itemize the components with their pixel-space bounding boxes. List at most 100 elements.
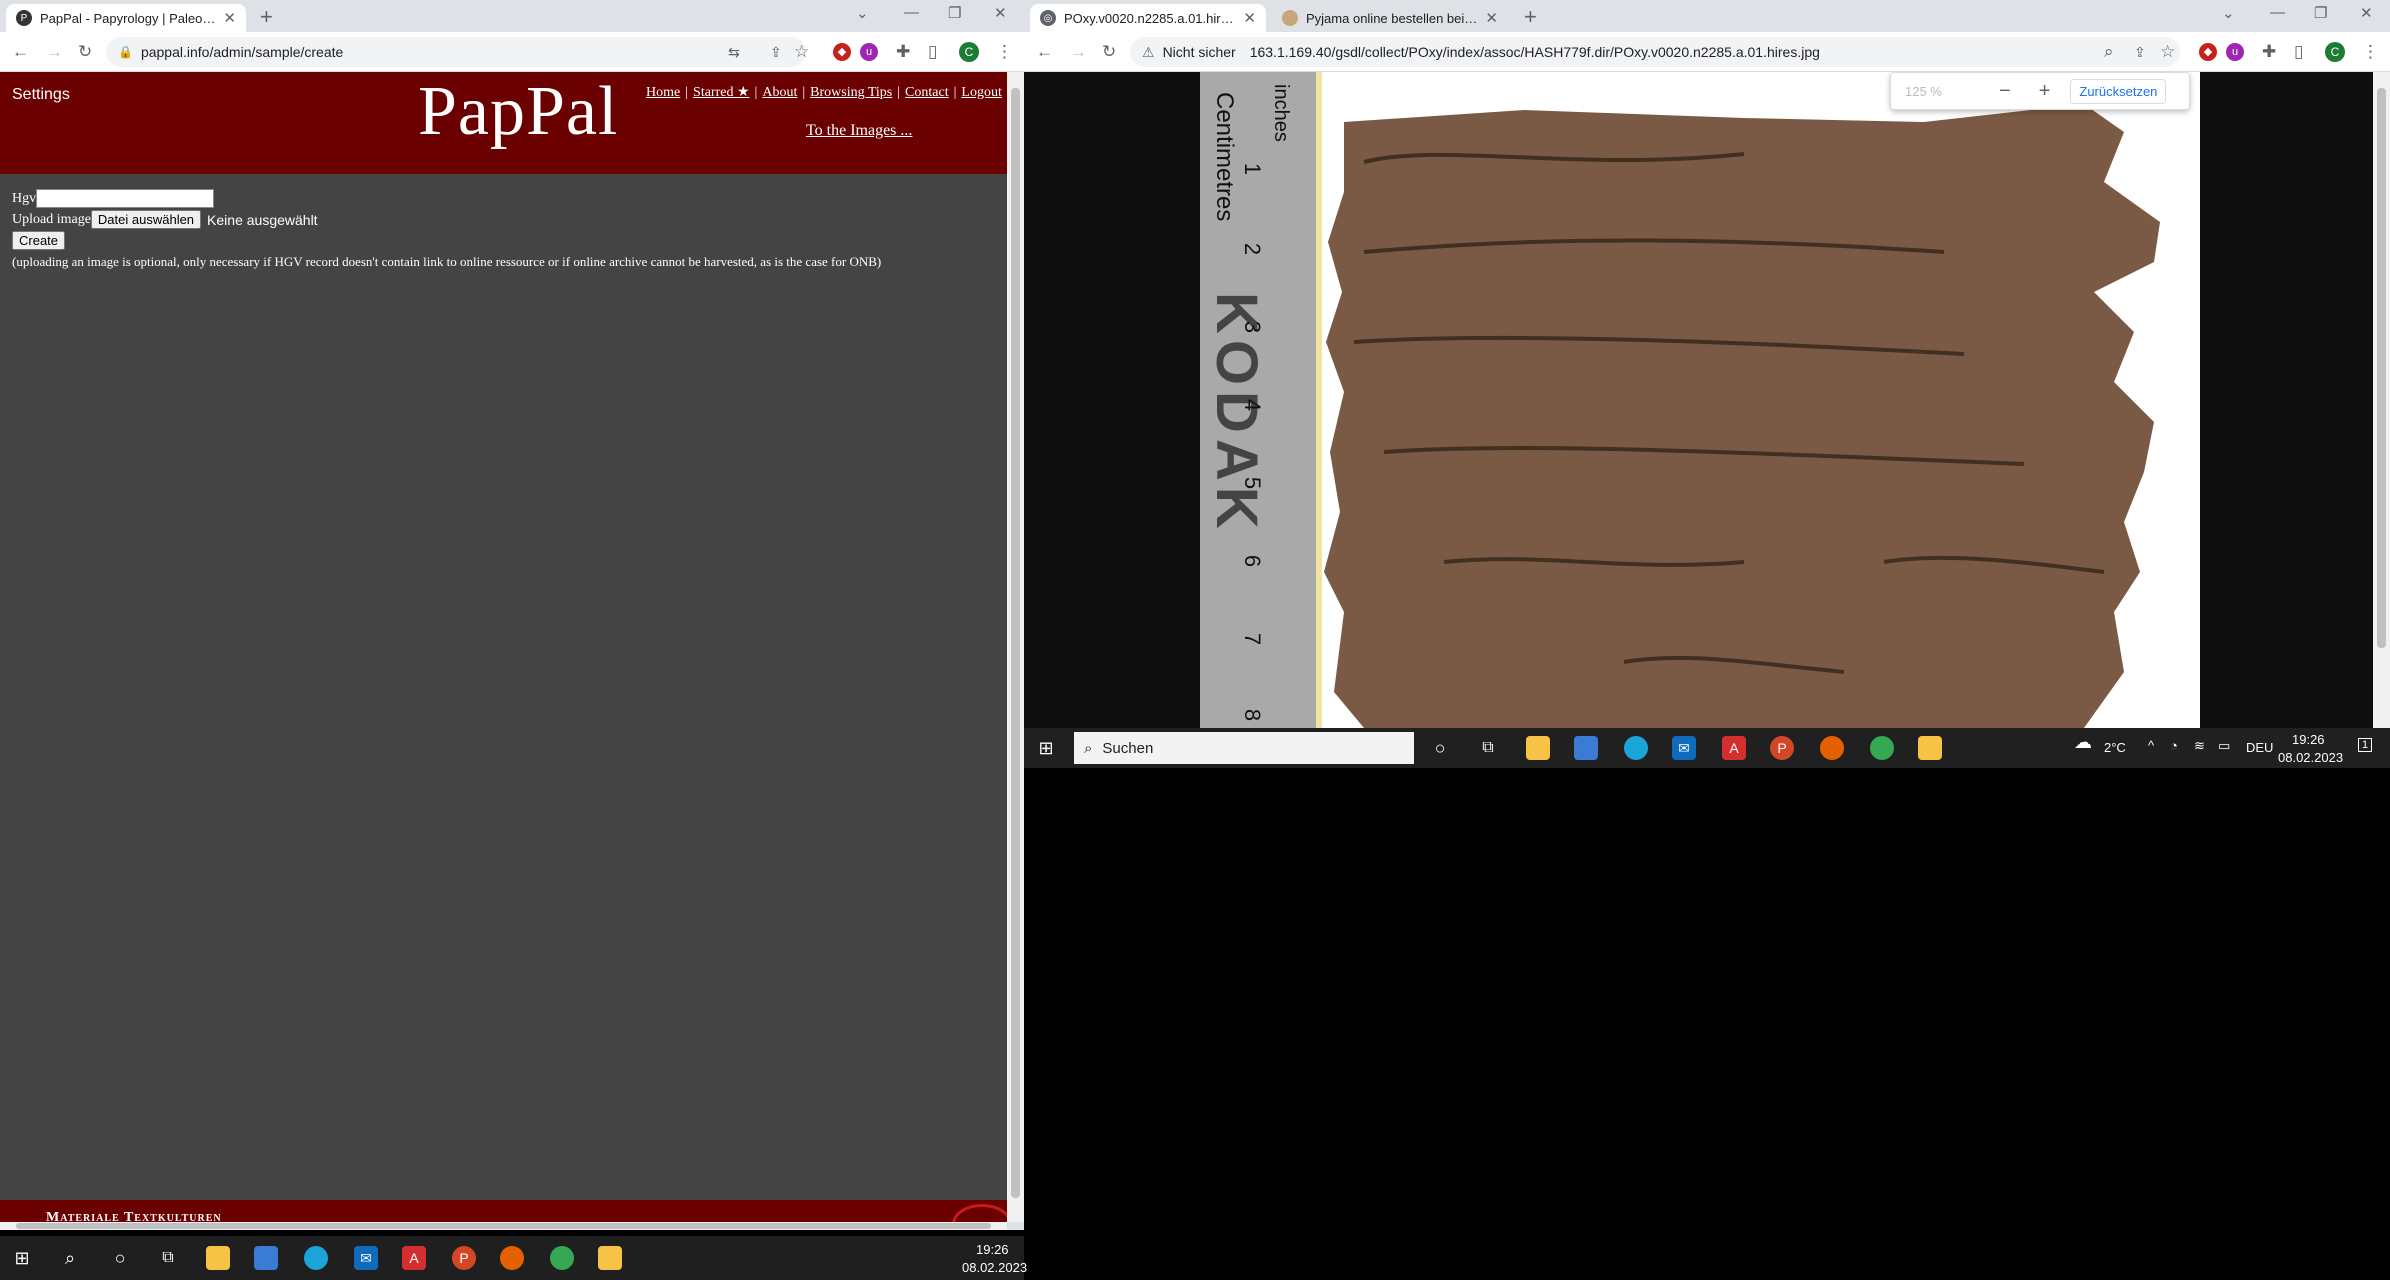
network-icon[interactable]: ◔: [2170, 738, 2178, 753]
extension-ub-icon[interactable]: u: [2226, 43, 2244, 61]
right-vertical-scrollbar[interactable]: [2373, 72, 2390, 728]
tab-search-chevron-icon[interactable]: ⌄: [2222, 4, 2235, 22]
forward-arrow-icon[interactable]: →: [1070, 42, 1087, 62]
nav-logout[interactable]: Logout: [961, 85, 1001, 100]
translate-icon[interactable]: ⇆: [728, 42, 740, 62]
extension-shield-icon[interactable]: ◆: [833, 43, 851, 61]
left-toolbar: ← → ↻ 🔒 pappal.info/admin/sample/create …: [0, 32, 1024, 72]
extension-ub-icon[interactable]: u: [860, 43, 878, 61]
firefox-icon[interactable]: [1820, 736, 1844, 760]
wifi-icon[interactable]: ≋: [2194, 738, 2205, 754]
close-icon[interactable]: ✕: [1243, 9, 1256, 27]
nav-starred[interactable]: Starred ★: [693, 85, 749, 100]
task-view-icon[interactable]: ⧉: [1476, 736, 1500, 760]
tab-pyjama[interactable]: Pyjama online bestellen bei Tchi ✕: [1272, 4, 1508, 32]
tab-pappal[interactable]: P PapPal - Papyrology | Paleograph ✕: [6, 4, 246, 32]
language-indicator[interactable]: DEU: [2246, 740, 2273, 755]
windows-start-icon[interactable]: ⊞: [10, 1246, 34, 1270]
papyrus-fragment-icon: [1324, 104, 2160, 728]
chrome-icon[interactable]: [1870, 736, 1894, 760]
tab-search-chevron-icon[interactable]: ⌄: [856, 4, 869, 22]
minimize-icon[interactable]: —: [2270, 4, 2285, 21]
edge-icon[interactable]: [304, 1246, 328, 1270]
new-tab-plus-icon[interactable]: +: [260, 6, 273, 28]
file-explorer-icon[interactable]: [206, 1246, 230, 1270]
zoom-out-icon[interactable]: −: [1999, 80, 2011, 103]
share-icon[interactable]: ⇪: [770, 42, 782, 62]
minimize-icon[interactable]: —: [904, 4, 919, 21]
window-close-icon[interactable]: ✕: [2360, 4, 2373, 22]
zoom-in-icon[interactable]: +: [2039, 80, 2051, 103]
file-explorer-icon[interactable]: [1526, 736, 1550, 760]
close-icon[interactable]: ✕: [223, 9, 236, 27]
reload-icon[interactable]: ↻: [1102, 42, 1116, 62]
zoom-magnifier-icon[interactable]: ⌕: [2104, 42, 2114, 62]
bookmark-star-icon[interactable]: ☆: [794, 42, 809, 62]
tab-title: POxy.v0020.n2285.a.01.hires.jpg: [1064, 10, 1235, 26]
extensions-puzzle-icon[interactable]: ✚: [896, 42, 910, 62]
nav-contact[interactable]: Contact: [905, 85, 949, 100]
tab-title: PapPal - Papyrology | Paleograph: [40, 10, 215, 26]
restore-icon[interactable]: ❐: [2314, 4, 2327, 22]
menu-kebab-icon[interactable]: ⋮: [2362, 42, 2379, 62]
hgv-input[interactable]: [36, 189, 215, 208]
extension-shield-icon[interactable]: ◆: [2199, 43, 2217, 61]
firefox-icon[interactable]: [500, 1246, 524, 1270]
sticky-app-icon[interactable]: [598, 1246, 622, 1270]
clock-date: 08.02.2023: [962, 1260, 1028, 1275]
profile-avatar[interactable]: C: [2325, 42, 2345, 62]
powerpoint-icon[interactable]: P: [1770, 736, 1794, 760]
share-icon[interactable]: ⇪: [2134, 42, 2146, 62]
address-bar[interactable]: 🔒 pappal.info/admin/sample/create: [106, 37, 806, 67]
powerpoint-icon[interactable]: P: [452, 1246, 476, 1270]
left-vertical-scrollbar[interactable]: [1007, 72, 1024, 1222]
restore-icon[interactable]: ❐: [948, 4, 961, 22]
choose-file-button[interactable]: Datei auswählen: [90, 210, 202, 229]
mail-icon[interactable]: ✉: [354, 1246, 378, 1270]
windows-start-icon[interactable]: ⊞: [1034, 736, 1058, 760]
battery-icon[interactable]: ▭: [2218, 738, 2230, 754]
acrobat-icon[interactable]: A: [402, 1246, 426, 1270]
sidepanel-icon[interactable]: ▯: [2294, 42, 2303, 62]
bookmark-star-icon[interactable]: ☆: [2160, 42, 2175, 62]
taskbar-search-box[interactable]: ⌕ Suchen: [1074, 732, 1414, 764]
left-horizontal-scrollbar[interactable]: [0, 1222, 1007, 1230]
reload-icon[interactable]: ↻: [78, 42, 92, 62]
zoom-reset-button[interactable]: Zurücksetzen: [2070, 78, 2167, 104]
edge-icon[interactable]: [1624, 736, 1648, 760]
notification-icon[interactable]: 1: [2358, 738, 2373, 752]
back-arrow-icon[interactable]: ←: [12, 42, 29, 62]
new-tab-plus-icon[interactable]: +: [1524, 6, 1537, 28]
create-button[interactable]: Create: [12, 231, 66, 250]
menu-kebab-icon[interactable]: ⋮: [996, 42, 1013, 62]
nav-browsing-tips[interactable]: Browsing Tips: [810, 85, 892, 100]
search-icon[interactable]: ⌕: [58, 1246, 82, 1270]
settings-link[interactable]: Settings: [12, 86, 70, 104]
forward-arrow-icon[interactable]: →: [46, 42, 63, 62]
pappal-logo[interactable]: PapPal: [418, 72, 618, 152]
nav-about[interactable]: About: [762, 85, 797, 100]
nav-home[interactable]: Home: [646, 85, 680, 100]
close-icon[interactable]: ✕: [1485, 9, 1498, 27]
papyrus-image[interactable]: Centimetres inches KODAK 1 2 3 4 5 6 7 8: [1200, 72, 2200, 728]
extensions-puzzle-icon[interactable]: ✚: [2262, 42, 2276, 62]
chrome-icon[interactable]: [550, 1246, 574, 1270]
cortana-circle-icon[interactable]: ○: [1428, 736, 1452, 760]
store-icon[interactable]: [1574, 736, 1598, 760]
tab-poxy-image[interactable]: ◎ POxy.v0020.n2285.a.01.hires.jpg ✕: [1030, 4, 1266, 32]
right-browser-window: ◎ POxy.v0020.n2285.a.01.hires.jpg ✕ Pyja…: [1024, 0, 2390, 728]
address-bar[interactable]: ⚠ Nicht sicher 163.1.169.40/gsdl/collect…: [1130, 37, 2180, 67]
profile-avatar[interactable]: C: [959, 42, 979, 62]
sticky-app-icon[interactable]: [1918, 736, 1942, 760]
window-close-icon[interactable]: ✕: [994, 4, 1007, 22]
task-view-icon[interactable]: ⧉: [156, 1246, 180, 1270]
store-icon[interactable]: [254, 1246, 278, 1270]
cortana-circle-icon[interactable]: ○: [108, 1246, 132, 1270]
back-arrow-icon[interactable]: ←: [1036, 42, 1053, 62]
tray-chevron-icon[interactable]: ^: [2148, 738, 2154, 753]
sidepanel-icon[interactable]: ▯: [928, 42, 937, 62]
acrobat-icon[interactable]: A: [1722, 736, 1746, 760]
weather-cloud-icon[interactable]: ☁: [2074, 732, 2092, 753]
mail-icon[interactable]: ✉: [1672, 736, 1696, 760]
to-the-images-link[interactable]: To the Images ...: [806, 122, 912, 140]
